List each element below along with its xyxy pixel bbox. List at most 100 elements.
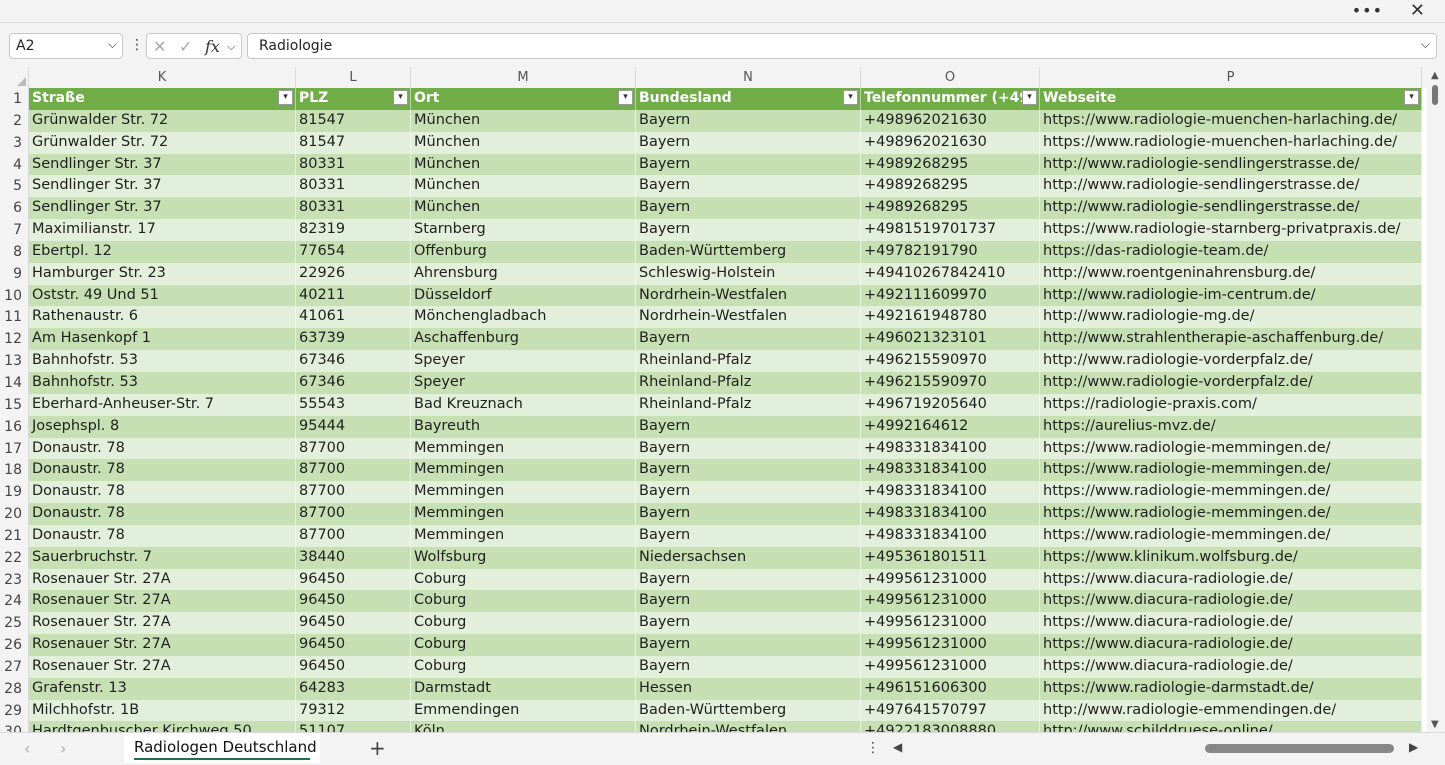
table-cell[interactable]: Bayern	[636, 568, 861, 591]
table-cell[interactable]: Aschaffenburg	[411, 328, 636, 351]
table-cell[interactable]: Speyer	[411, 350, 636, 372]
table-cell[interactable]: Rheinland-Pfalz	[636, 350, 861, 372]
table-cell[interactable]: 96450	[296, 634, 411, 656]
table-cell[interactable]: 55543	[296, 393, 411, 416]
table-cell[interactable]: Bayern	[636, 219, 861, 241]
table-cell[interactable]: Bayern	[636, 634, 861, 656]
table-cell[interactable]: München	[411, 109, 636, 132]
expand-formula-icon[interactable]: ⌵	[1421, 37, 1430, 52]
table-cell[interactable]: 63739	[296, 328, 411, 351]
header-cell[interactable]: Webseite ▾	[1040, 88, 1422, 110]
table-cell[interactable]: http://www.roentgeninahrensburg.de/	[1040, 262, 1422, 285]
table-cell[interactable]: +499561231000	[861, 590, 1040, 613]
table-cell[interactable]: +498331834100	[861, 503, 1040, 525]
table-cell[interactable]: +499561231000	[861, 612, 1040, 635]
table-cell[interactable]: 67346	[296, 350, 411, 372]
table-cell[interactable]: https://www.radiologie-muenchen-harlachi…	[1040, 109, 1422, 132]
filter-dropdown-icon[interactable]: ▾	[278, 90, 293, 105]
table-cell[interactable]: http://www.schilddruese-online/	[1040, 721, 1422, 732]
row-number[interactable]: 22	[0, 546, 29, 569]
table-cell[interactable]: Josephspl. 8	[29, 415, 296, 438]
table-cell[interactable]: https://www.diacura-radiologie.de/	[1040, 590, 1422, 613]
table-cell[interactable]: Bayern	[636, 503, 861, 525]
table-cell[interactable]: +4981519701737	[861, 219, 1040, 241]
select-all-corner[interactable]	[0, 67, 29, 88]
table-cell[interactable]: Rheinland-Pfalz	[636, 393, 861, 416]
table-cell[interactable]: +498331834100	[861, 459, 1040, 482]
vertical-dots-icon[interactable]: ⋮	[866, 740, 880, 756]
row-number[interactable]: 29	[0, 699, 29, 722]
table-cell[interactable]: Offenburg	[411, 240, 636, 263]
table-cell[interactable]: Rosenauer Str. 27A	[29, 590, 296, 613]
table-cell[interactable]: Donaustr. 78	[29, 503, 296, 525]
table-cell[interactable]: Bayern	[636, 590, 861, 613]
table-cell[interactable]: +496151606300	[861, 677, 1040, 700]
row-number[interactable]: 24	[0, 590, 29, 613]
header-cell[interactable]: Straße ▾	[29, 88, 296, 110]
column-header-l[interactable]: L	[296, 67, 411, 88]
table-cell[interactable]: Memmingen	[411, 459, 636, 482]
cancel-icon[interactable]: ✕	[153, 37, 166, 56]
table-cell[interactable]: 64283	[296, 677, 411, 700]
table-cell[interactable]: Darmstadt	[411, 677, 636, 700]
table-cell[interactable]: +496215590970	[861, 350, 1040, 372]
row-number[interactable]: 21	[0, 524, 29, 547]
table-cell[interactable]: 40211	[296, 284, 411, 307]
table-cell[interactable]: Bayern	[636, 612, 861, 635]
vertical-scrollbar[interactable]: ▲ ▼	[1427, 67, 1445, 732]
table-cell[interactable]: Ebertpl. 12	[29, 240, 296, 263]
row-number[interactable]: 26	[0, 634, 29, 656]
row-number[interactable]: 6	[0, 197, 29, 220]
table-cell[interactable]: Düsseldorf	[411, 284, 636, 307]
row-number[interactable]: 15	[0, 393, 29, 416]
table-cell[interactable]: Sauerbruchstr. 7	[29, 546, 296, 569]
filter-dropdown-icon[interactable]: ▾	[618, 90, 633, 105]
table-cell[interactable]: https://www.klinikum.wolfsburg.de/	[1040, 546, 1422, 569]
table-cell[interactable]: Mönchengladbach	[411, 306, 636, 329]
table-cell[interactable]: +497641570797	[861, 699, 1040, 722]
table-cell[interactable]: Rosenauer Str. 27A	[29, 655, 296, 678]
header-cell[interactable]: Telefonnummer (+49) ▾	[861, 88, 1040, 110]
row-number[interactable]: 18	[0, 459, 29, 482]
row-number[interactable]: 28	[0, 677, 29, 700]
table-cell[interactable]: +496719205640	[861, 393, 1040, 416]
table-cell[interactable]: http://www.radiologie-sendlingerstrasse.…	[1040, 197, 1422, 220]
table-cell[interactable]: http://www.radiologie-sendlingerstrasse.…	[1040, 175, 1422, 198]
table-cell[interactable]: München	[411, 131, 636, 154]
table-cell[interactable]: https://aurelius-mvz.de/	[1040, 415, 1422, 438]
formula-input[interactable]: Radiologie ⌵	[247, 33, 1437, 59]
table-cell[interactable]: 80331	[296, 153, 411, 176]
row-number[interactable]: 1	[0, 88, 29, 110]
table-cell[interactable]: Rosenauer Str. 27A	[29, 634, 296, 656]
row-number[interactable]: 30	[0, 721, 29, 732]
table-cell[interactable]: https://www.diacura-radiologie.de/	[1040, 655, 1422, 678]
table-cell[interactable]: +499561231000	[861, 568, 1040, 591]
table-cell[interactable]: Bad Kreuznach	[411, 393, 636, 416]
table-cell[interactable]: https://www.radiologie-memmingen.de/	[1040, 481, 1422, 504]
next-sheet-icon[interactable]: ›	[60, 739, 66, 758]
table-cell[interactable]: https://das-radiologie-team.de/	[1040, 240, 1422, 263]
table-cell[interactable]: Bayern	[636, 655, 861, 678]
table-cell[interactable]: Coburg	[411, 634, 636, 656]
table-cell[interactable]: +49410267842410	[861, 262, 1040, 285]
table-cell[interactable]: Memmingen	[411, 437, 636, 460]
column-header-m[interactable]: M	[411, 67, 636, 88]
table-cell[interactable]: Maximilianstr. 17	[29, 219, 296, 241]
table-cell[interactable]: Baden-Württemberg	[636, 240, 861, 263]
table-cell[interactable]: 87700	[296, 437, 411, 460]
table-cell[interactable]: Bahnhofstr. 53	[29, 371, 296, 394]
table-cell[interactable]: +4989268295	[861, 153, 1040, 176]
table-cell[interactable]: Sendlinger Str. 37	[29, 153, 296, 176]
table-cell[interactable]: 95444	[296, 415, 411, 438]
sheet-tab-radiologen[interactable]: Radiologen Deutschland	[124, 733, 320, 763]
table-cell[interactable]: +4922183008880	[861, 721, 1040, 732]
filter-dropdown-icon[interactable]: ▾	[843, 90, 858, 105]
table-cell[interactable]: 41061	[296, 306, 411, 329]
table-cell[interactable]: http://www.radiologie-mg.de/	[1040, 306, 1422, 329]
table-cell[interactable]: Rathenaustr. 6	[29, 306, 296, 329]
table-cell[interactable]: Bayern	[636, 459, 861, 482]
table-cell[interactable]: +498331834100	[861, 481, 1040, 504]
table-cell[interactable]: 82319	[296, 219, 411, 241]
table-cell[interactable]: Rheinland-Pfalz	[636, 371, 861, 394]
table-cell[interactable]: +4989268295	[861, 175, 1040, 198]
